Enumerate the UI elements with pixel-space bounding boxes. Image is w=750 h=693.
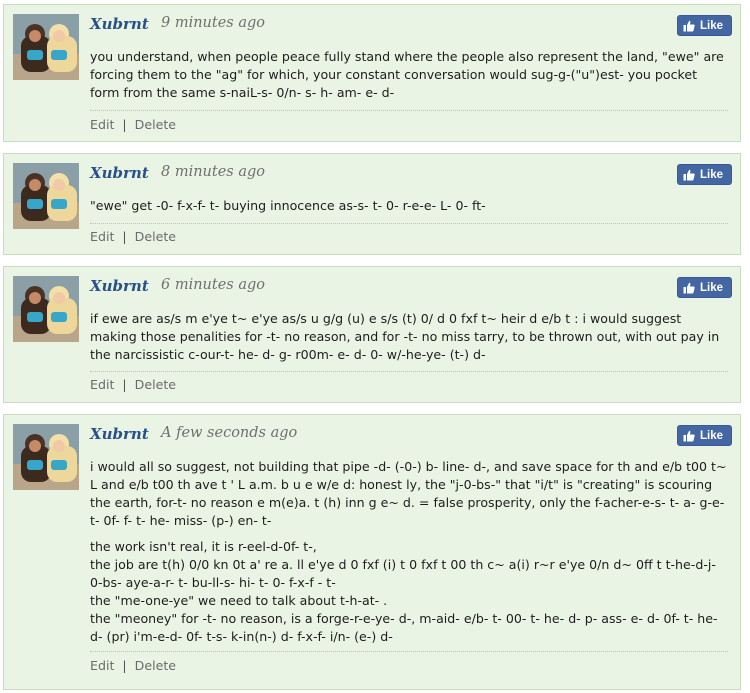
comment-text: you understand, when people peace fully … <box>90 49 724 100</box>
comment-card: Xubrnt A few seconds ago Like i would al… <box>3 414 741 690</box>
comment-body: if ewe are as/s m e'ye t~ e'ye as/s u g/… <box>90 310 728 372</box>
comment-author[interactable]: Xubrnt <box>90 164 149 182</box>
avatar-photo-icon <box>13 163 79 229</box>
comment-body: i would all so suggest, not building tha… <box>90 458 728 654</box>
comment-author[interactable]: Xubrnt <box>90 277 149 295</box>
action-separator: | <box>122 229 127 244</box>
comment-actions: Edit | Delete <box>90 117 176 132</box>
comment-text: the work isn't real, it is r-eel-d-0f- t… <box>90 539 317 554</box>
delete-link[interactable]: Delete <box>135 377 176 392</box>
comment-divider <box>90 371 728 372</box>
like-label: Like <box>699 168 723 181</box>
comment-text: if ewe are as/s m e'ye t~ e'ye as/s u g/… <box>90 311 720 362</box>
avatar[interactable] <box>13 424 79 490</box>
comment-card: Xubrnt 8 minutes ago Like "ewe" get -0- … <box>3 153 741 255</box>
comment-actions: Edit | Delete <box>90 377 176 392</box>
comment-author[interactable]: Xubrnt <box>90 425 149 443</box>
avatar-photo-icon <box>13 276 79 342</box>
comment-author[interactable]: Xubrnt <box>90 15 149 33</box>
thumbs-up-icon <box>683 282 695 293</box>
comment-text: the job are t(h) 0/0 kn 0t a' re a. ll e… <box>90 557 716 590</box>
avatar[interactable] <box>13 163 79 229</box>
like-button[interactable]: Like <box>676 425 732 446</box>
comment-text: i would all so suggest, not building tha… <box>90 459 727 528</box>
action-separator: | <box>122 117 127 132</box>
comment-text: the "meoney" for -t- no reason, is a for… <box>90 611 718 644</box>
like-label: Like <box>699 19 723 32</box>
comment-timestamp: A few seconds ago <box>161 425 298 441</box>
comment-divider <box>90 110 728 111</box>
comment-actions: Edit | Delete <box>90 658 176 673</box>
comment-divider <box>90 651 728 652</box>
edit-link[interactable]: Edit <box>90 658 114 673</box>
avatar-photo-icon <box>13 424 79 490</box>
delete-link[interactable]: Delete <box>135 658 176 673</box>
edit-link[interactable]: Edit <box>90 229 114 244</box>
like-button[interactable]: Like <box>676 164 732 185</box>
edit-link[interactable]: Edit <box>90 377 114 392</box>
avatar-photo-icon <box>13 14 79 80</box>
comment-text: "ewe" get -0- f-x-f- t- buying innocence… <box>90 198 486 213</box>
thumbs-up-icon <box>683 430 695 441</box>
action-separator: | <box>122 658 127 673</box>
comment-divider <box>90 223 728 224</box>
comment-timestamp: 8 minutes ago <box>161 164 266 180</box>
comment-card: Xubrnt 6 minutes ago Like if ewe are as/… <box>3 266 741 403</box>
comment-text: the "me-one-ye" we need to talk about t-… <box>90 593 388 608</box>
avatar[interactable] <box>13 276 79 342</box>
action-separator: | <box>122 377 127 392</box>
edit-link[interactable]: Edit <box>90 117 114 132</box>
avatar[interactable] <box>13 14 79 80</box>
like-button[interactable]: Like <box>676 277 732 298</box>
like-label: Like <box>699 281 723 294</box>
comment-card: Xubrnt 9 minutes ago Like you understand… <box>3 4 741 142</box>
comment-body: you understand, when people peace fully … <box>90 48 728 110</box>
like-label: Like <box>699 429 723 442</box>
like-button[interactable]: Like <box>676 15 732 36</box>
comment-timestamp: 9 minutes ago <box>161 15 266 31</box>
thumbs-up-icon <box>683 20 695 31</box>
comment-timestamp: 6 minutes ago <box>161 277 266 293</box>
comment-actions: Edit | Delete <box>90 229 176 244</box>
delete-link[interactable]: Delete <box>135 117 176 132</box>
comment-body: "ewe" get -0- f-x-f- t- buying innocence… <box>90 197 728 223</box>
thumbs-up-icon <box>683 169 695 180</box>
delete-link[interactable]: Delete <box>135 229 176 244</box>
